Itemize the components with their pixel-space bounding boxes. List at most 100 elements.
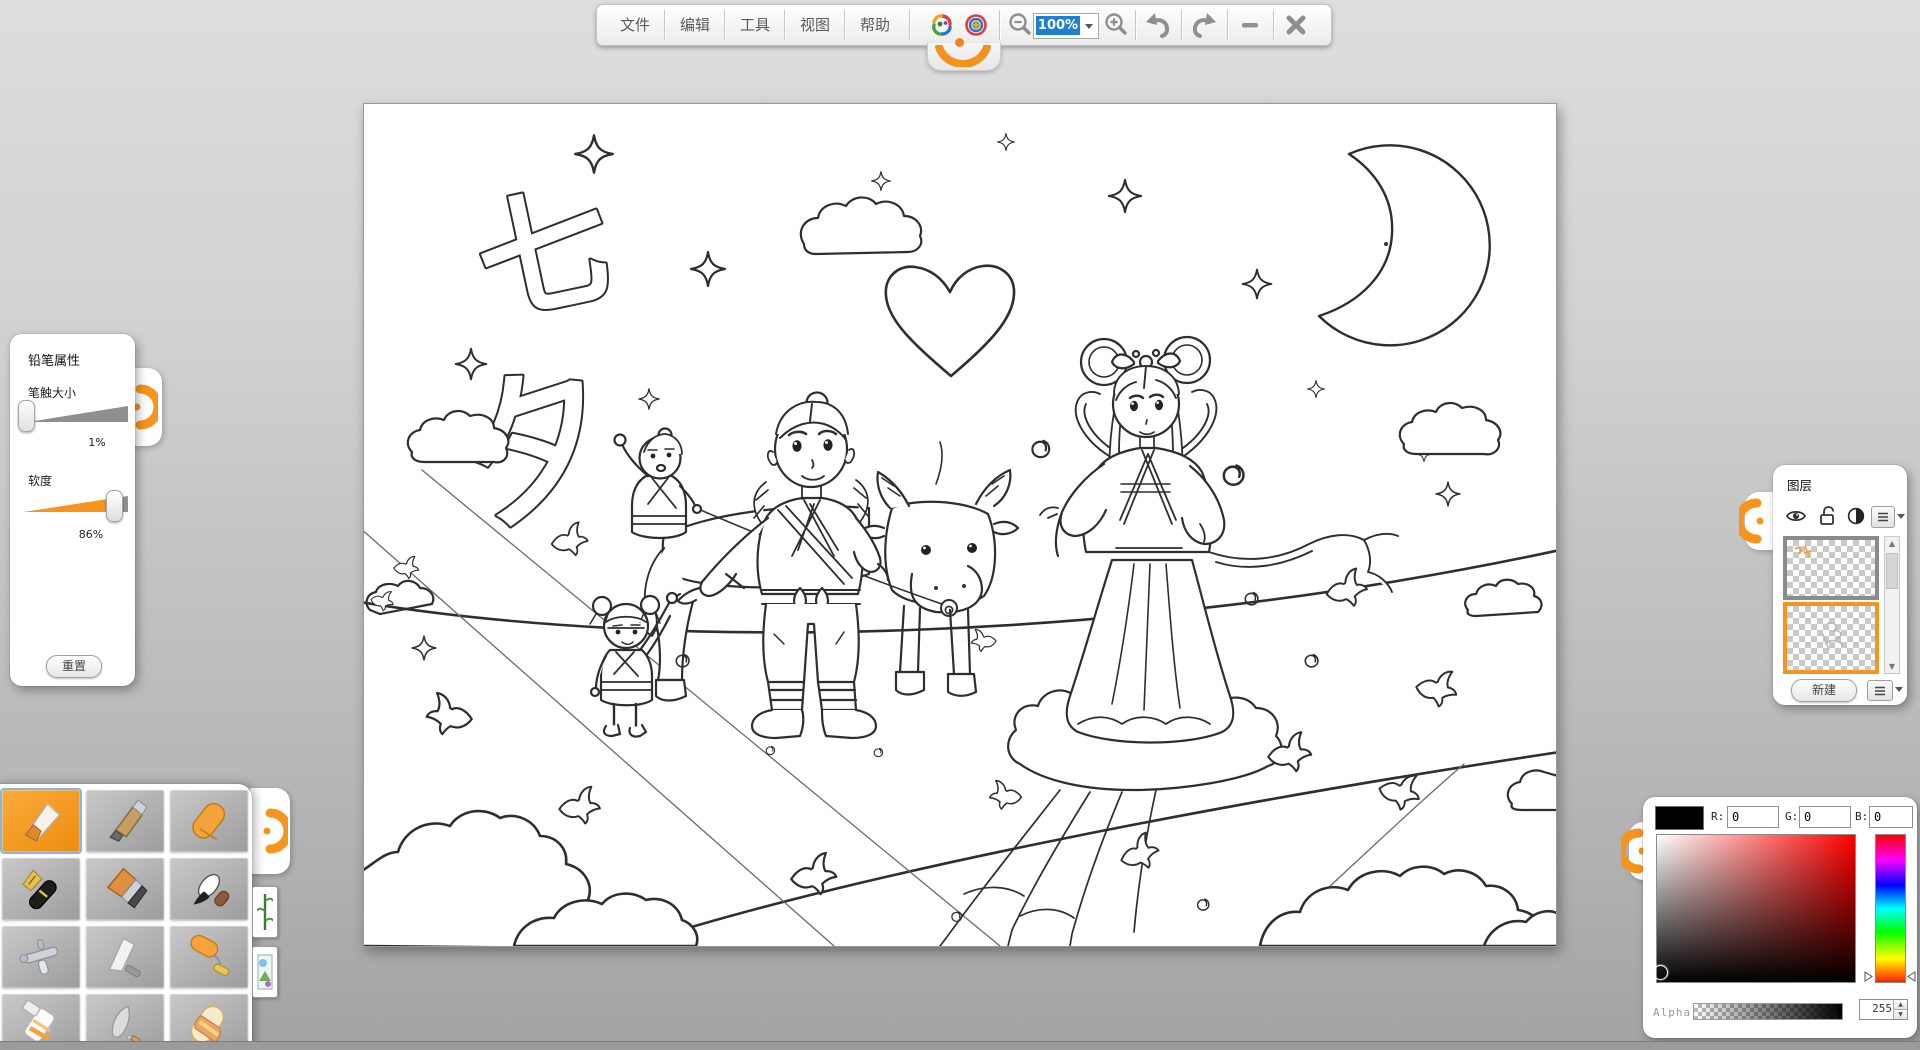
palette-collapse-handle[interactable] (250, 788, 290, 874)
scrollbar-thumb[interactable] (1886, 553, 1898, 589)
reset-button[interactable]: 重置 (46, 655, 102, 678)
toolbar-separator (909, 10, 911, 40)
undo-button[interactable] (1143, 10, 1173, 40)
bamboo-stamp-button[interactable] (252, 886, 278, 938)
weaver-skirt (1067, 560, 1234, 743)
picture-stamp-button[interactable] (252, 946, 278, 998)
softness-label: 软度 (28, 472, 52, 489)
menu-view[interactable]: 视图 (787, 9, 843, 41)
hue-slider[interactable] (1875, 834, 1906, 983)
red-label: R: (1711, 810, 1724, 823)
brush-size-slider[interactable] (28, 406, 128, 422)
window-bottom-edge (0, 1041, 1920, 1050)
toolbar-separator (664, 10, 666, 40)
layer1-sketch-preview (1790, 542, 1820, 566)
menu-edit[interactable]: 编辑 (667, 9, 723, 41)
qixi-title: 七 夕 (440, 167, 636, 553)
hue-marker-left[interactable] (1864, 971, 1873, 982)
softness-value: 86% (62, 528, 120, 541)
alpha-spinner[interactable]: ▲ ▼ (1893, 1000, 1907, 1019)
toolbar-separator (784, 10, 786, 40)
clown-right-eye-icon[interactable] (961, 10, 991, 40)
weaver-girl (1040, 337, 1398, 600)
toolbar-separator (1135, 10, 1137, 40)
scroll-up-icon[interactable]: ▲ (1885, 539, 1899, 548)
tool-pencil-tip[interactable] (2, 790, 80, 852)
eye-icon[interactable] (1785, 507, 1807, 525)
redo-button[interactable] (1189, 10, 1219, 40)
toolbar-separator (1273, 10, 1275, 40)
alpha-slider[interactable] (1693, 1003, 1843, 1020)
zoom-in-button[interactable] (1101, 10, 1131, 40)
softness-slider-fill (24, 496, 113, 512)
toolbar-separator (844, 10, 846, 40)
alpha-marker[interactable] (1829, 1011, 1841, 1020)
clown-left-eye-icon[interactable] (927, 10, 957, 40)
heart-outline (886, 266, 1014, 376)
contrast-icon[interactable] (1847, 507, 1865, 525)
minimize-button[interactable] (1235, 10, 1265, 40)
alpha-value-box: 255 ▲ ▼ (1859, 999, 1908, 1020)
menu-tools[interactable]: 工具 (727, 9, 783, 41)
tool-flat-brush[interactable] (86, 858, 164, 920)
blue-input[interactable] (1869, 806, 1913, 828)
clown-mouth-flap (927, 43, 1001, 71)
menu-file[interactable]: 文件 (607, 9, 663, 41)
red-input[interactable] (1727, 806, 1779, 828)
tool-wood-pencil[interactable] (86, 790, 164, 852)
tool-paint-roller[interactable] (170, 926, 248, 988)
tool-ink-brush[interactable] (170, 858, 248, 920)
zoom-level-value[interactable]: 100% (1036, 16, 1080, 35)
color-picker-panel: R: G: B: Alpha 255 ▲ ▼ (1643, 797, 1917, 1038)
char-qi: 七 (464, 167, 625, 345)
drawing-canvas[interactable]: 七 夕 (363, 103, 1557, 947)
main-toolbar: 文件 编辑 工具 视图 帮助 (596, 4, 1332, 46)
tool-palette (0, 784, 252, 1050)
blue-label: B: (1855, 810, 1868, 823)
alpha-value[interactable]: 255 (1860, 1002, 1892, 1015)
current-color-swatch[interactable] (1655, 806, 1704, 830)
tool-palette-knife[interactable] (86, 926, 164, 988)
tool-airbrush[interactable] (2, 926, 80, 988)
layer-menu-button[interactable] (1871, 506, 1895, 528)
toolbar-separator (1227, 10, 1229, 40)
green-label: G: (1785, 810, 1798, 823)
new-layer-button[interactable]: 新建 (1791, 679, 1857, 702)
chevron-down-icon[interactable] (1895, 687, 1903, 692)
green-input[interactable] (1799, 806, 1851, 828)
brush-size-label: 笔触大小 (28, 384, 76, 401)
pencil-panel-title: 铅笔属性 (28, 350, 80, 369)
layers-bottom-menu-button[interactable] (1867, 680, 1893, 701)
unlock-icon[interactable] (1819, 505, 1835, 526)
layers-panel-title: 图层 (1787, 475, 1812, 494)
softness-slider-thumb[interactable] (106, 490, 123, 522)
menu-help[interactable]: 帮助 (847, 9, 903, 41)
chevron-down-icon[interactable] (1897, 514, 1905, 519)
brush-size-slider-thumb[interactable] (18, 400, 35, 432)
toolbar-separator (724, 10, 726, 40)
qixi-line-art: 七 夕 (364, 104, 1556, 946)
tool-fountain-pen[interactable] (2, 858, 80, 920)
sv-selector[interactable] (1653, 965, 1668, 980)
zoom-level-select[interactable]: 100% (1033, 13, 1099, 39)
toolbar-separator (999, 10, 1001, 40)
zoom-out-button[interactable] (1005, 10, 1035, 40)
close-button[interactable] (1281, 10, 1311, 40)
chevron-down-icon[interactable] (1085, 24, 1093, 29)
spinner-up-icon[interactable]: ▲ (1894, 1000, 1907, 1009)
scroll-down-icon[interactable]: ▼ (1885, 662, 1899, 671)
toolbar-separator (1181, 10, 1183, 40)
app-window: 七 夕 (0, 0, 1920, 1050)
bottom-clouds (364, 811, 1556, 946)
clown-smile-icon (934, 45, 992, 67)
layers-scrollbar[interactable]: ▲ ▼ (1884, 536, 1900, 674)
brush-size-value: 1% (68, 436, 126, 449)
layer-thumbnail-2[interactable] (1783, 602, 1879, 674)
tool-crayon[interactable] (170, 790, 248, 852)
saturation-value-picker[interactable] (1656, 834, 1856, 983)
layer-thumbnail-1[interactable] (1783, 536, 1879, 600)
layers-panel: 图层 (1773, 465, 1907, 705)
spinner-down-icon[interactable]: ▼ (1894, 1009, 1907, 1019)
pencil-properties-panel: 铅笔属性 笔触大小 1% 软度 86% 重置 (10, 334, 135, 686)
hue-marker-right[interactable] (1907, 971, 1916, 982)
